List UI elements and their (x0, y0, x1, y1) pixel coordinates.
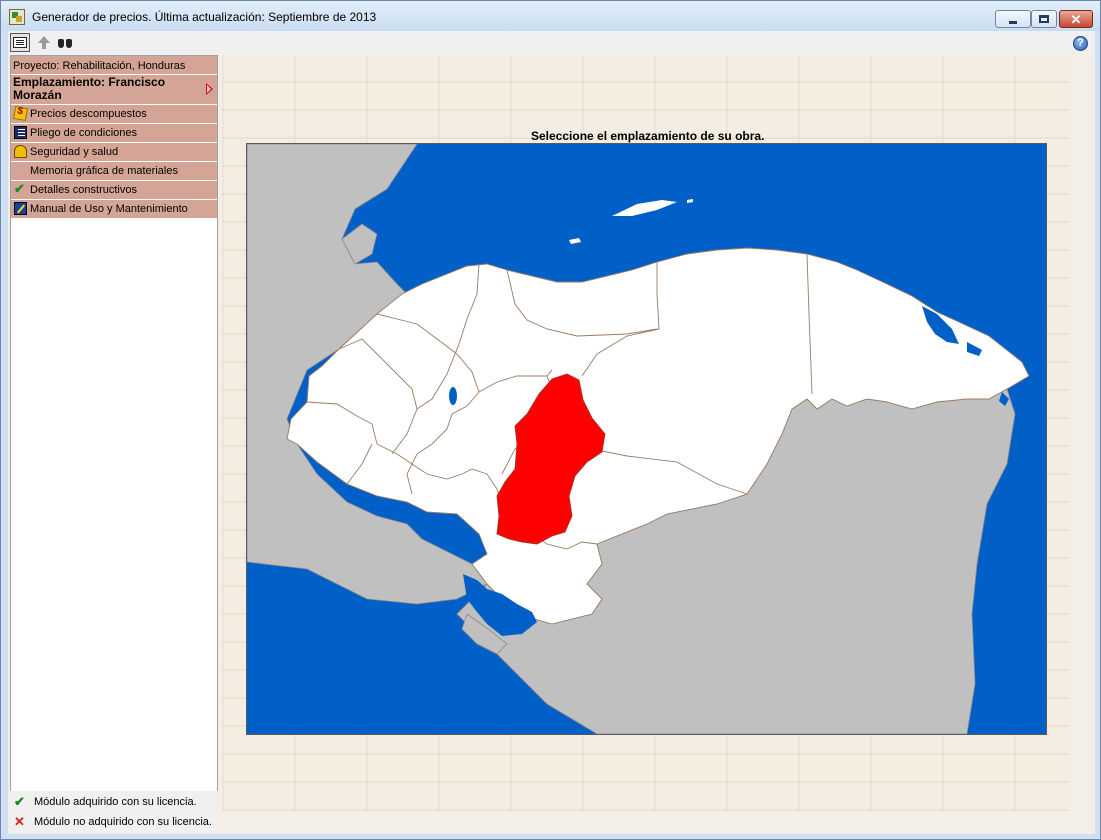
cross-icon: ✕ (14, 814, 25, 829)
sidebar-item-label: Detalles constructivos (30, 184, 137, 196)
list-view-icon (13, 37, 27, 48)
sidebar-item-label: Memoria gráfica de materiales (30, 165, 178, 177)
legend-not-acquired-text: Módulo no adquirido con su licencia. (34, 816, 212, 828)
manual-icon (14, 202, 27, 215)
maximize-icon (1039, 15, 1049, 23)
up-button[interactable] (34, 33, 54, 52)
check-icon: ✔ (14, 181, 25, 196)
application-window: Generador de precios. Última actualizaci… (0, 0, 1101, 840)
location-row[interactable]: Emplazamiento: Francisco Morazán (11, 75, 217, 105)
project-row[interactable]: Proyecto: Rehabilitación, Honduras (11, 56, 217, 75)
sidebar-item-manual[interactable]: Manual de Uso y Mantenimiento (11, 200, 217, 219)
location-label: Emplazamiento: Francisco Morazán (13, 75, 166, 102)
map-title: Seleccione el emplazamiento de su obra. (531, 129, 765, 143)
sidebar-item-memoria[interactable]: Memoria gráfica de materiales (11, 162, 217, 181)
license-legend: ✔ Módulo adquirido con su licencia. ✕ Mó… (10, 791, 218, 833)
minimize-button[interactable] (995, 10, 1031, 28)
title-bar[interactable]: Generador de precios. Última actualizaci… (1, 1, 1100, 31)
search-button[interactable] (55, 33, 75, 52)
document-icon (14, 126, 27, 139)
sidebar-item-pliego[interactable]: Pliego de condiciones (11, 124, 217, 143)
close-button[interactable]: ✕ (1059, 10, 1093, 28)
help-icon[interactable]: ? (1073, 36, 1088, 51)
legend-acquired-text: Módulo adquirido con su licencia. (34, 796, 197, 808)
expand-arrow-icon[interactable] (206, 83, 213, 95)
sidebar-item-precios[interactable]: Precios descompuestos (11, 105, 217, 124)
project-label: Proyecto: Rehabilitación, Honduras (13, 60, 186, 72)
binoculars-icon (57, 37, 73, 49)
location-map[interactable] (246, 143, 1047, 735)
client-area: ? Proyecto: Rehabilitación, Honduras Emp… (8, 31, 1095, 834)
minimize-icon (1009, 20, 1017, 24)
maximize-button[interactable] (1031, 10, 1057, 28)
helmet-icon (14, 145, 27, 158)
check-icon: ✔ (14, 794, 25, 809)
sidebar-item-label: Pliego de condiciones (30, 127, 138, 139)
sidebar-item-label: Seguridad y salud (30, 146, 119, 158)
sidebar-item-label: Manual de Uso y Mantenimiento (30, 203, 188, 215)
honduras-map[interactable] (247, 144, 1046, 734)
sidebar-item-label: Precios descompuestos (30, 108, 147, 120)
sidebar-item-seguridad[interactable]: Seguridad y salud (11, 143, 217, 162)
sidebar: Proyecto: Rehabilitación, Honduras Empla… (10, 55, 218, 811)
bay-islands (569, 199, 693, 244)
list-view-button[interactable] (10, 33, 30, 52)
sidebar-item-detalles[interactable]: ✔ Detalles constructivos (11, 181, 217, 200)
window-title: Generador de precios. Última actualizaci… (32, 10, 377, 24)
toolbar: ? (8, 31, 1095, 55)
close-icon: ✕ (1070, 11, 1082, 27)
app-icon (9, 9, 25, 25)
main-panel: Seleccione el emplazamiento de su obra. (222, 55, 1069, 811)
prices-icon (12, 105, 29, 122)
up-arrow-icon (38, 36, 50, 49)
